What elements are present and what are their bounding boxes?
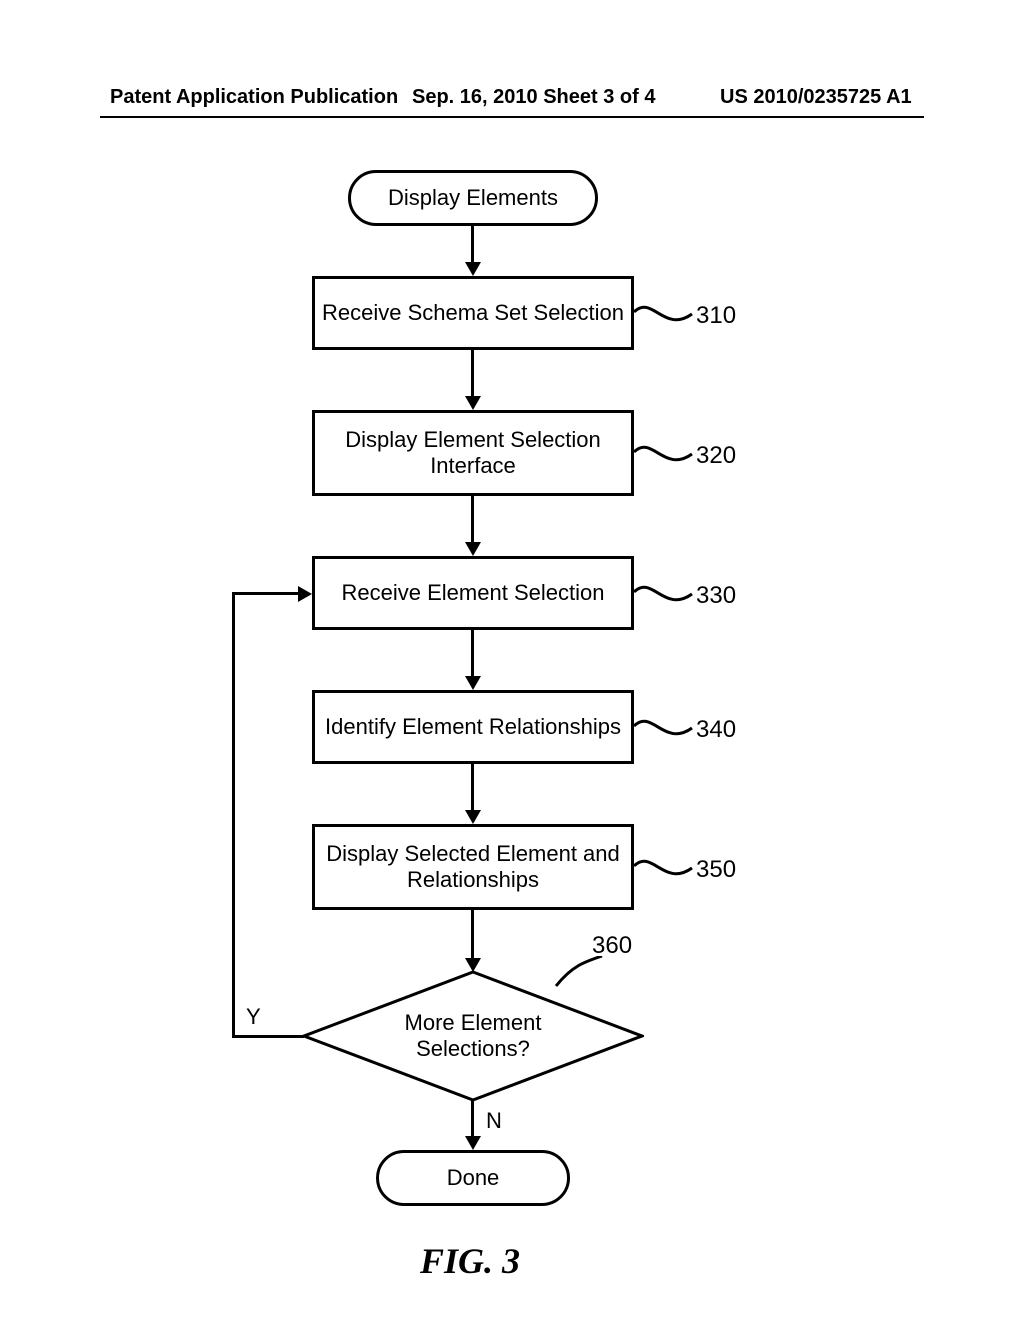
box-330-label: Receive Element Selection bbox=[342, 580, 605, 606]
header-left: Patent Application Publication bbox=[110, 86, 398, 109]
box-310: Receive Schema Set Selection bbox=[312, 276, 634, 350]
terminator-done-label: Done bbox=[447, 1165, 500, 1191]
arrow bbox=[232, 592, 235, 1038]
decision-label: More Element Selections? bbox=[302, 1010, 644, 1063]
arrow bbox=[471, 226, 474, 266]
box-340: Identify Element Relationships bbox=[312, 690, 634, 764]
box-350: Display Selected Element and Relationshi… bbox=[312, 824, 634, 910]
arrow bbox=[471, 1100, 474, 1140]
patent-page: Patent Application Publication Sep. 16, … bbox=[0, 0, 1024, 1320]
box-320: Display Element Selection Interface bbox=[312, 410, 634, 496]
branch-yes-label: Y bbox=[246, 1004, 261, 1030]
arrow bbox=[471, 630, 474, 680]
terminator-done: Done bbox=[376, 1150, 570, 1206]
leader-line bbox=[634, 580, 694, 616]
header-center: Sep. 16, 2010 Sheet 3 of 4 bbox=[412, 86, 655, 109]
arrow-head-icon bbox=[465, 810, 481, 824]
box-340-label: Identify Element Relationships bbox=[325, 714, 621, 740]
arrow bbox=[232, 1035, 304, 1038]
box-350-label: Display Selected Element and Relationshi… bbox=[326, 841, 620, 894]
ref-310: 310 bbox=[696, 302, 736, 330]
arrow-head-icon bbox=[465, 396, 481, 410]
figure-caption: FIG. 3 bbox=[420, 1240, 520, 1282]
terminator-start-label: Display Elements bbox=[388, 185, 558, 211]
arrow bbox=[471, 764, 474, 814]
leader-line bbox=[634, 854, 694, 890]
leader-line bbox=[634, 440, 694, 476]
ref-340: 340 bbox=[696, 716, 736, 744]
branch-no-label: N bbox=[486, 1108, 502, 1134]
box-320-label: Display Element Selection Interface bbox=[345, 427, 601, 480]
terminator-start: Display Elements bbox=[348, 170, 598, 226]
box-330: Receive Element Selection bbox=[312, 556, 634, 630]
arrow-head-icon bbox=[465, 1136, 481, 1150]
ref-350: 350 bbox=[696, 856, 736, 884]
arrow-head-icon bbox=[465, 262, 481, 276]
leader-line bbox=[634, 714, 694, 750]
arrow bbox=[471, 350, 474, 400]
ref-330: 330 bbox=[696, 582, 736, 610]
arrow bbox=[471, 496, 474, 546]
header-right: US 2010/0235725 A1 bbox=[720, 86, 912, 109]
arrow-head-icon bbox=[465, 676, 481, 690]
box-310-label: Receive Schema Set Selection bbox=[322, 300, 624, 326]
ref-320: 320 bbox=[696, 442, 736, 470]
decision-360: More Element Selections? bbox=[302, 970, 644, 1102]
arrow bbox=[471, 910, 474, 962]
leader-line bbox=[634, 300, 694, 336]
arrow bbox=[232, 592, 300, 595]
arrow-head-icon bbox=[465, 542, 481, 556]
arrow-head-icon bbox=[298, 586, 312, 602]
header-rule bbox=[100, 116, 924, 118]
